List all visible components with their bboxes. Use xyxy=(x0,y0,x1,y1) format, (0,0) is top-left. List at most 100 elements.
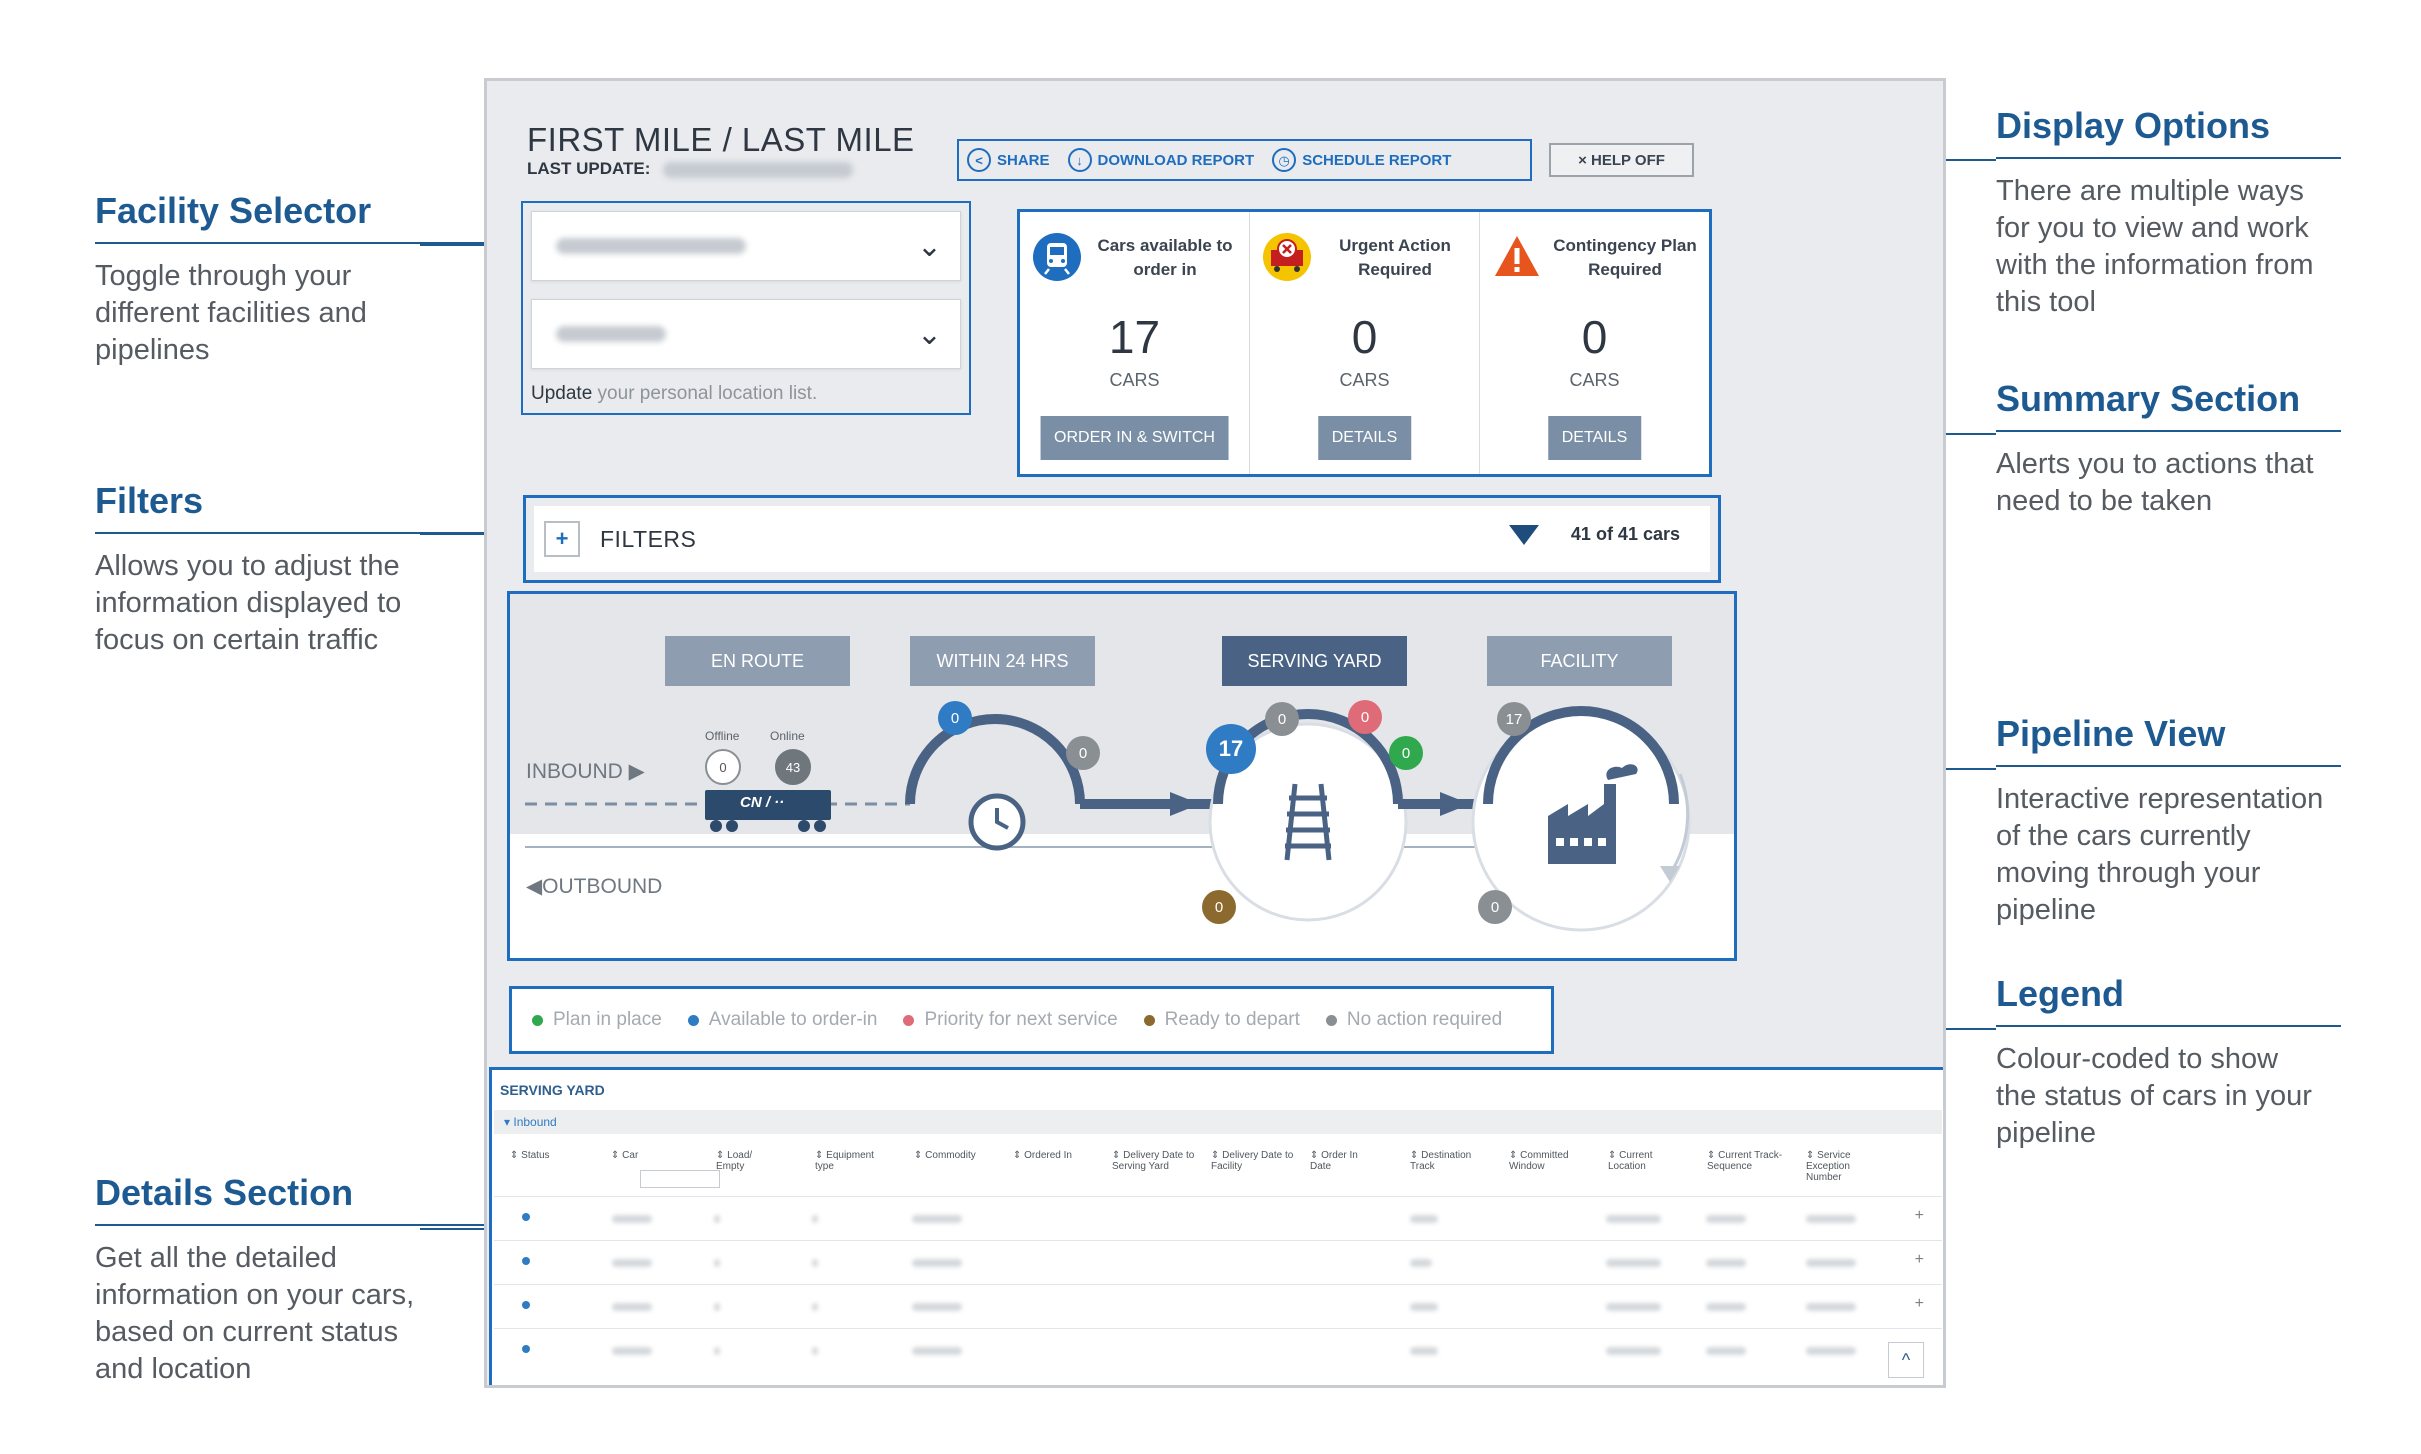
within24-blue-badge[interactable]: 0 xyxy=(938,701,972,735)
redacted-cell xyxy=(912,1347,962,1355)
yard-blue-badge[interactable]: 17 xyxy=(1206,724,1256,774)
summary-label: Cars available to order in xyxy=(1097,236,1233,279)
legend-item: No action required xyxy=(1325,1009,1502,1031)
schedule-report-button[interactable]: ◷ SCHEDULE REPORT xyxy=(1272,148,1451,172)
outbound-label[interactable]: ◀OUTBOUND xyxy=(526,874,662,899)
annotation-title: Display Options xyxy=(1996,105,2271,146)
download-report-button[interactable]: ↓ DOWNLOAD REPORT xyxy=(1067,148,1254,172)
annotation-rule xyxy=(1996,430,2341,432)
within24-grey-badge[interactable]: 0 xyxy=(1066,736,1100,770)
details-title: SERVING YARD xyxy=(500,1082,605,1098)
column-header[interactable]: ⇕ Equipment type xyxy=(815,1150,885,1172)
annotation-rule xyxy=(1996,765,2341,767)
display-options-toolbar: < SHARE ↓ DOWNLOAD REPORT ◷ SCHEDULE REP… xyxy=(957,139,1532,181)
column-header[interactable]: ⇕ Status xyxy=(510,1150,600,1161)
redacted-cell xyxy=(1806,1215,1856,1223)
annotation-body: There are multiple ways for you to view … xyxy=(1996,175,2314,318)
chevron-down-icon: ⌄ xyxy=(916,318,942,351)
yard-grey-badge[interactable]: 0 xyxy=(1265,702,1299,736)
pipeline-dropdown[interactable]: ⌄ xyxy=(531,299,961,369)
redacted-cell xyxy=(612,1259,652,1267)
status-dot-icon xyxy=(687,1014,699,1026)
scroll-to-top-button[interactable]: ^ xyxy=(1888,1342,1924,1378)
table-row[interactable]: + xyxy=(494,1240,1942,1284)
yard-red-badge[interactable]: 0 xyxy=(1348,700,1382,734)
yard-brown-badge[interactable]: 0 xyxy=(1202,890,1236,924)
summary-unit: CARS xyxy=(1569,370,1620,390)
funnel-icon xyxy=(1508,524,1539,545)
annotation-summary: Summary Section Alerts you to actions th… xyxy=(1996,378,2341,520)
annotation-body: Interactive representation of the cars c… xyxy=(1996,783,2324,926)
online-count[interactable]: 43 xyxy=(775,749,811,785)
redacted-cell xyxy=(714,1215,720,1223)
row-expand-icon[interactable]: + xyxy=(1915,1251,1924,1269)
summary-unit: CARS xyxy=(1109,370,1160,390)
status-dot-icon xyxy=(903,1014,915,1026)
column-header[interactable]: ⇕ Delivery Date to Facility xyxy=(1211,1150,1296,1172)
contingency-details-button[interactable]: DETAILS xyxy=(1547,416,1642,460)
facility-grey-badge[interactable]: 17 xyxy=(1497,702,1531,736)
table-row[interactable]: + xyxy=(494,1284,1942,1328)
annotation-body: Allows you to adjust the information dis… xyxy=(95,550,402,656)
facility-dropdown[interactable]: ⌄ xyxy=(531,211,961,281)
filter-count-text: 41 of 41 cars xyxy=(1570,524,1680,544)
last-update-value-redacted xyxy=(663,161,854,178)
legend-item: Priority for next service xyxy=(903,1009,1118,1031)
inbound-label[interactable]: INBOUND ▶ xyxy=(526,759,645,784)
last-update-label: LAST UPDATE: xyxy=(527,159,651,178)
clock-icon: ◷ xyxy=(1272,148,1297,172)
redacted-cell xyxy=(1706,1347,1746,1355)
annotation-title: Legend xyxy=(1996,973,2125,1014)
column-header[interactable]: ⇕ Delivery Date to Serving Yard xyxy=(1112,1150,1197,1172)
app-window: FIRST MILE / LAST MILE LAST UPDATE: < SH… xyxy=(484,78,1946,1388)
urgent-details-button[interactable]: DETAILS xyxy=(1317,416,1412,460)
order-in-switch-button[interactable]: ORDER IN & SWITCH xyxy=(1040,416,1229,460)
column-header[interactable]: ⇕ Service Exception Number xyxy=(1806,1150,1876,1183)
expand-plus-icon[interactable]: + xyxy=(544,521,580,557)
filters-bar: + FILTERS 41 of 41 cars xyxy=(523,495,1721,583)
share-button[interactable]: < SHARE xyxy=(967,148,1050,172)
legend-label: Available to order-in xyxy=(708,1009,878,1030)
online-label: Online xyxy=(770,729,805,743)
status-dot-icon xyxy=(522,1213,530,1221)
redacted-cell xyxy=(812,1259,818,1267)
column-header[interactable]: ⇕ Ordered In xyxy=(1013,1150,1103,1161)
column-header[interactable]: ⇕ Car xyxy=(611,1150,701,1161)
column-header[interactable]: ⇕ Committed Window xyxy=(1509,1150,1589,1172)
filters-toggle[interactable]: + FILTERS 41 of 41 cars xyxy=(534,506,1710,572)
update-link[interactable]: Update xyxy=(531,383,592,404)
inbound-group-toggle[interactable]: ▾ Inbound xyxy=(494,1110,1942,1134)
redacted-cell xyxy=(1410,1259,1432,1267)
summary-urgent-action: Urgent Action Required 0 CARS DETAILS xyxy=(1250,212,1480,474)
summary-contingency-plan: Contingency Plan Required 0 CARS DETAILS xyxy=(1480,212,1709,474)
column-header[interactable]: ⇕ Current Location xyxy=(1608,1150,1678,1172)
column-header[interactable]: ⇕ Current Track-Sequence xyxy=(1707,1150,1787,1172)
column-header[interactable]: ⇕ Destination Track xyxy=(1410,1150,1490,1172)
table-row[interactable]: + xyxy=(494,1196,1942,1240)
urgent-railcar-icon xyxy=(1263,233,1311,281)
column-header[interactable]: ⇕ Order In Date xyxy=(1310,1150,1370,1172)
legend-item: Available to order-in xyxy=(687,1009,878,1031)
offline-count[interactable]: 0 xyxy=(705,749,741,785)
redacted-cell xyxy=(714,1347,720,1355)
summary-section: Cars available to order in 17 CARS ORDER… xyxy=(1017,209,1712,477)
redacted-cell xyxy=(812,1303,818,1311)
redacted-cell xyxy=(912,1259,962,1267)
row-expand-icon[interactable]: + xyxy=(1915,1207,1924,1225)
redacted-cell xyxy=(714,1303,720,1311)
yard-green-badge[interactable]: 0 xyxy=(1389,736,1423,770)
help-off-button[interactable]: × HELP OFF xyxy=(1549,143,1694,177)
redacted-cell xyxy=(1410,1347,1438,1355)
legend: Plan in place Available to order-in Prio… xyxy=(509,986,1554,1054)
table-row[interactable] xyxy=(494,1328,1942,1372)
status-dot-icon xyxy=(522,1301,530,1309)
column-header[interactable]: ⇕ Load/ Empty xyxy=(716,1150,776,1172)
status-dot-icon xyxy=(532,1014,543,1026)
summary-label: Urgent Action Required xyxy=(1339,236,1451,279)
column-header[interactable]: ⇕ Commodity xyxy=(914,1150,1004,1161)
car-filter-input[interactable] xyxy=(640,1170,720,1188)
redacted-cell xyxy=(612,1347,652,1355)
annotation-details: Details Section Get all the detailed inf… xyxy=(95,1172,525,1388)
facility-out-grey-badge[interactable]: 0 xyxy=(1478,890,1512,924)
row-expand-icon[interactable]: + xyxy=(1915,1295,1924,1313)
